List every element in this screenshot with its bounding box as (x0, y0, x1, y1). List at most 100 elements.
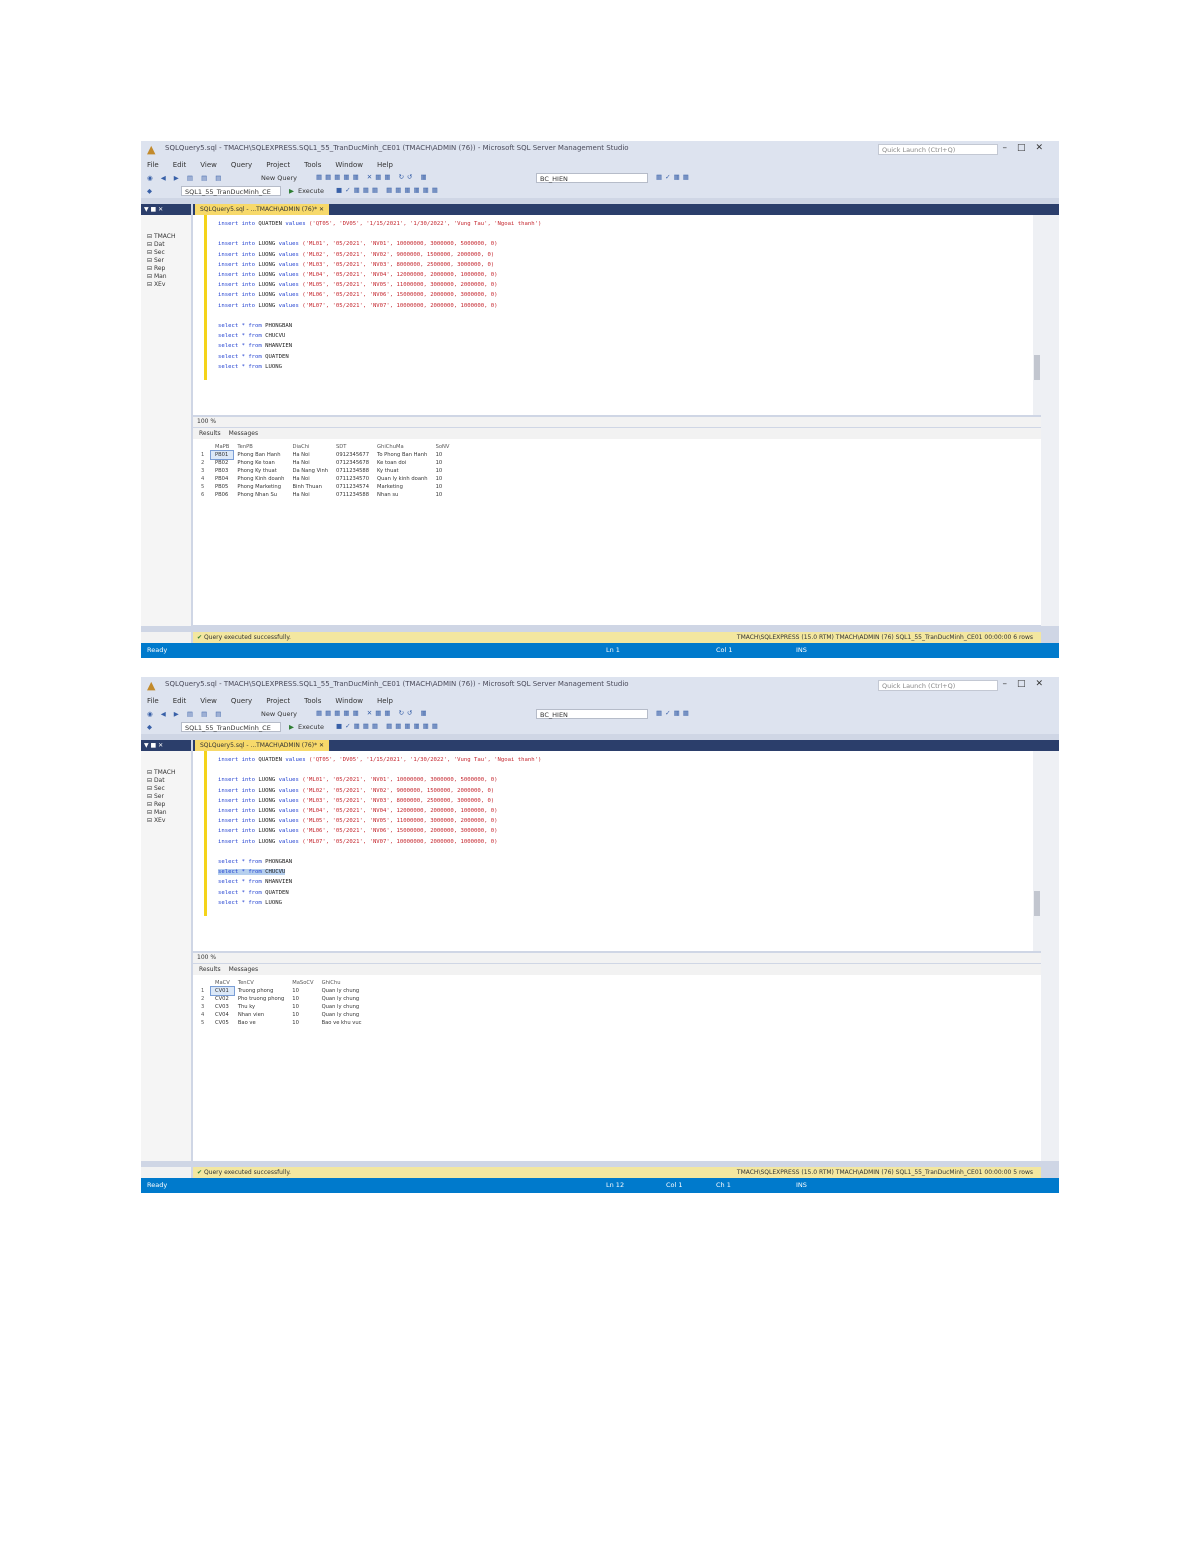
table-row[interactable]: 6 PB06 Phong Nhan Su Ha Noi 0711234588 Nhan s… (197, 491, 453, 499)
grid-cell[interactable]: Thu ky (234, 1003, 288, 1011)
table-row[interactable]: 1 CV01 Truong phong 10 Quan ly chung (197, 986, 366, 996)
zoom-level[interactable]: 100 % (193, 417, 1041, 427)
tab-messages[interactable]: Messages (229, 430, 258, 437)
column-header[interactable]: TenPB (233, 443, 288, 451)
toolbar-icons[interactable]: ◉ ◀ ▶ ▤ ▤ ▤ (147, 710, 224, 718)
grid-cell[interactable]: Quan ly chung (318, 987, 366, 995)
grid-cell[interactable]: CV02 (211, 995, 234, 1003)
grid-cell[interactable]: PB05 (211, 483, 233, 491)
table-row[interactable]: 1 PB01 Phong Ban Hanh Ha Noi 0912345677 To Ph… (197, 450, 454, 460)
sql-code[interactable]: insert into QUATDEN values ('QT05', 'DV0… (218, 755, 541, 908)
quick-launch-input[interactable]: Quick Launch (Ctrl+Q) (878, 144, 998, 155)
column-header[interactable]: GhiChu (318, 979, 366, 987)
grid-cell[interactable]: To Phong Ban Hanh (373, 451, 432, 459)
grid-cell[interactable]: 3 (197, 1003, 211, 1011)
column-header[interactable]: TenCV (234, 979, 288, 987)
grid-cell[interactable]: Phong Kinh doanh (233, 475, 288, 483)
execute-icon[interactable]: ▶ (289, 723, 294, 731)
window-controls[interactable]: –□✕ (1002, 679, 1053, 689)
query-editor[interactable]: insert into QUATDEN values ('QT05', 'DV0… (193, 751, 1036, 951)
connect-icon[interactable]: ◆ (147, 723, 155, 731)
grid-cell[interactable]: 10 (432, 467, 454, 475)
grid-cell[interactable]: 10 (432, 451, 454, 459)
grid-cell[interactable]: 2 (197, 459, 211, 467)
grid-cell[interactable]: CV01 (210, 986, 235, 996)
database-combo[interactable]: SQL1_55_TranDucMinh_CE (181, 186, 281, 196)
connect-icon[interactable]: ◆ (147, 187, 155, 195)
grid-cell[interactable]: 0711234588 (332, 491, 373, 499)
toolbar-icons-4[interactable]: ■✓▦▦▦ ▦▦▦▦▦▦ (336, 722, 441, 730)
menu-item[interactable]: Help (377, 159, 393, 172)
tree-node[interactable]: ⊟ Sec (147, 785, 191, 793)
quick-launch-input[interactable]: Quick Launch (Ctrl+Q) (878, 680, 998, 691)
grid-cell[interactable]: CV04 (211, 1011, 234, 1019)
menu-item[interactable]: Tools (304, 695, 321, 708)
grid-cell[interactable]: 5 (197, 483, 211, 491)
menu-item[interactable]: Edit (173, 159, 187, 172)
grid-cell[interactable]: Binh Thuan (288, 483, 332, 491)
tree-node[interactable]: ⊟ Ser (147, 793, 191, 801)
column-header[interactable]: SoNV (432, 443, 454, 451)
tree-node[interactable]: ⊟ TMACH (147, 769, 191, 777)
column-header[interactable]: MaCV (211, 979, 234, 987)
tab-results[interactable]: Results (199, 966, 221, 973)
grid-cell[interactable]: PB06 (211, 491, 233, 499)
grid-cell[interactable]: Quan ly chung (318, 1003, 366, 1011)
column-header[interactable]: SDT (332, 443, 373, 451)
grid-cell[interactable]: PB04 (211, 475, 233, 483)
column-header[interactable]: GhiChuMa (373, 443, 432, 451)
tree-node[interactable]: ⊟ Sec (147, 249, 191, 257)
grid-cell[interactable]: CV05 (211, 1019, 234, 1027)
menu-item[interactable]: View (200, 159, 217, 172)
tree-node[interactable]: ⊟ Dat (147, 241, 191, 249)
grid-cell[interactable]: CV03 (211, 1003, 234, 1011)
table-row[interactable]: 2 PB02 Phong Ke toan Ha Noi 0712345678 Ke toa… (197, 459, 453, 467)
new-query-button[interactable]: New Query (261, 174, 297, 182)
grid-cell[interactable]: Phong Ban Hanh (233, 451, 288, 459)
table-row[interactable]: 3 CV03 Thu ky 10 Quan ly chung (197, 1003, 365, 1011)
grid-cell[interactable]: 10 (432, 475, 454, 483)
menu-item[interactable]: Window (335, 695, 363, 708)
column-header[interactable]: MaSoCV (288, 979, 317, 987)
grid-cell[interactable]: Phong Nhan Su (233, 491, 288, 499)
zoom-level[interactable]: 100 % (193, 953, 1041, 963)
execute-icon[interactable]: ▶ (289, 187, 294, 195)
tree-node[interactable]: ⊟ Rep (147, 801, 191, 809)
new-query-button[interactable]: New Query (261, 710, 297, 718)
grid-cell[interactable]: Bao ve (234, 1019, 288, 1027)
query-editor[interactable]: insert into QUATDEN values ('QT05', 'DV0… (193, 215, 1036, 415)
grid-cell[interactable]: 2 (197, 995, 211, 1003)
grid-cell[interactable]: 10 (432, 491, 454, 499)
menu-item[interactable]: Tools (304, 159, 321, 172)
tree-node[interactable]: ⊟ XEv (147, 281, 191, 289)
table-row[interactable]: 4 PB04 Phong Kinh doanh Ha Noi 0711234570 Qua… (197, 475, 453, 483)
table-row[interactable]: 5 PB05 Phong Marketing Binh Thuan 0711234574… (197, 483, 453, 491)
window-controls[interactable]: –□✕ (1002, 143, 1053, 153)
menu-item[interactable]: Query (231, 159, 252, 172)
find-combo[interactable]: BC_HIEN (536, 173, 648, 183)
grid-cell[interactable]: 1 (197, 451, 211, 459)
results-grid[interactable]: MaCV TenCV MaSoCV GhiChu 1 CV01 Truong phong 10… (197, 979, 365, 1027)
menu-item[interactable]: File (147, 159, 159, 172)
tab-messages[interactable]: Messages (229, 966, 258, 973)
tree-node[interactable]: ⊟ XEv (147, 817, 191, 825)
grid-cell[interactable]: Ke toan doi (373, 459, 432, 467)
find-combo[interactable]: BC_HIEN (536, 709, 648, 719)
toolbar-icons-2[interactable]: ▦▦▦▦▦ ✕▦▦ ↻↺ ▦ (316, 709, 430, 717)
grid-cell[interactable]: Ha Noi (288, 451, 332, 459)
execute-button[interactable]: Execute (298, 723, 324, 731)
grid-cell[interactable]: Phong Ky thuat (233, 467, 288, 475)
grid-cell[interactable]: 10 (432, 459, 454, 467)
grid-cell[interactable]: Nhan su (373, 491, 432, 499)
table-row[interactable]: 2 CV02 Pho truong phong 10 Quan ly chung (197, 995, 365, 1003)
grid-cell[interactable]: 0711234588 (332, 467, 373, 475)
grid-cell[interactable]: 0711234574 (332, 483, 373, 491)
column-header[interactable]: MaPB (211, 443, 233, 451)
menu-item[interactable]: View (200, 695, 217, 708)
grid-cell[interactable]: 4 (197, 475, 211, 483)
menu-item[interactable]: File (147, 695, 159, 708)
results-grid[interactable]: MaPB TenPB DiaChi SDT GhiChuMa SoNV 1 PB01 Phong… (197, 443, 453, 499)
tab-sqlquery[interactable]: SQLQuery5.sql - ...TMACH\ADMIN (76)* ✕ (195, 740, 330, 751)
grid-cell[interactable]: 10 (288, 1011, 317, 1019)
column-header[interactable] (197, 443, 211, 451)
